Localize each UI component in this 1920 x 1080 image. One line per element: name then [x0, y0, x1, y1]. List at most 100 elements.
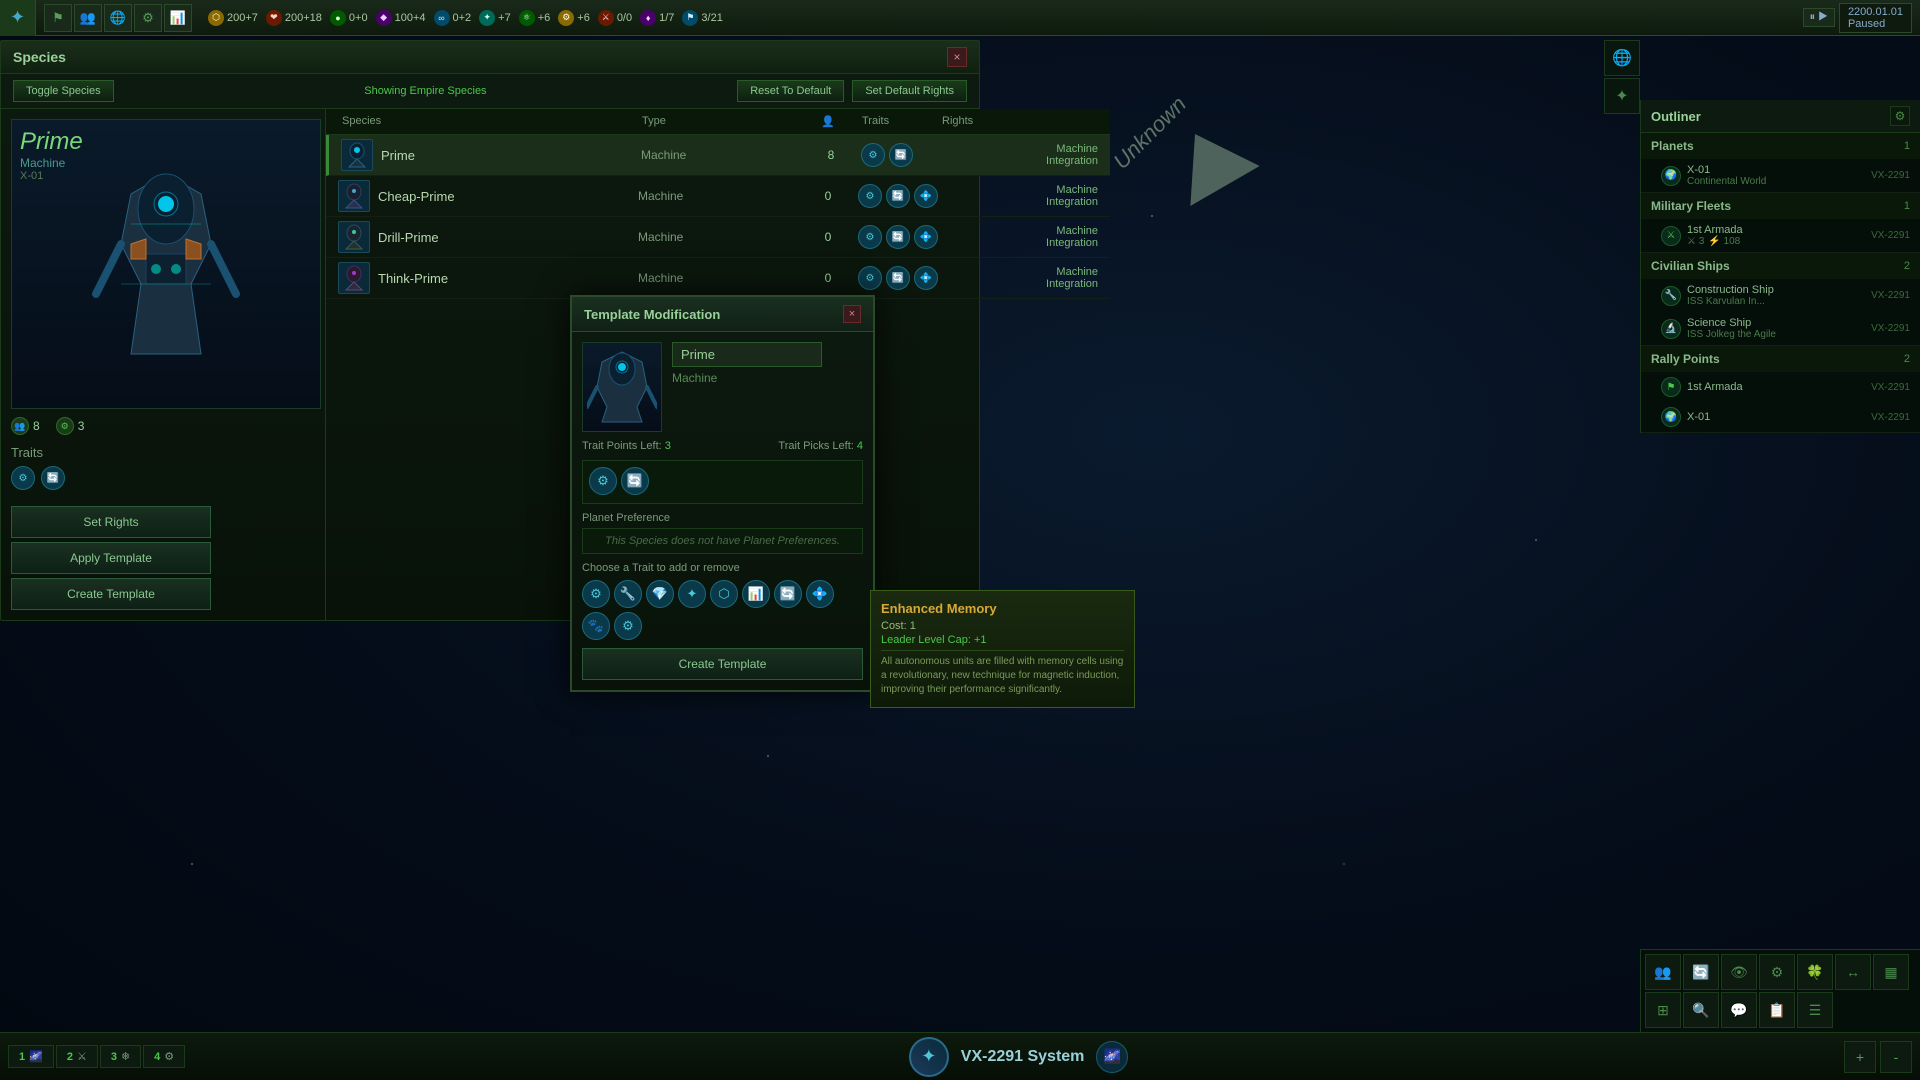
species-pop-4: 0	[798, 271, 858, 285]
available-trait-10[interactable]: ⚙	[614, 612, 642, 640]
outliner-settings-icon[interactable]: ⚙	[1890, 106, 1910, 126]
outliner-construction-item[interactable]: 🔧 Construction Ship ISS Karvulan In... V…	[1641, 279, 1920, 312]
rally-section-header[interactable]: Rally Points 2	[1641, 346, 1920, 372]
available-trait-9[interactable]: 🐾	[582, 612, 610, 640]
civilian-section-header[interactable]: Civilian Ships 2	[1641, 253, 1920, 279]
trait-3-3[interactable]: 💠	[914, 225, 938, 249]
zoom-in-btn[interactable]: +	[1844, 1041, 1876, 1073]
br-btn-8[interactable]: ⊞	[1645, 992, 1681, 1028]
consumer-value: 0+2	[453, 12, 472, 24]
bottom-tab-4[interactable]: 4 ⚙	[143, 1045, 185, 1068]
available-trait-3[interactable]: 💎	[646, 580, 674, 608]
housing-value: 3/21	[701, 12, 722, 24]
table-row[interactable]: Drill-Prime Machine 0 ⚙ 🔄 💠 MachineInteg…	[326, 217, 1110, 258]
menu-icon-2[interactable]: 👥	[74, 4, 102, 32]
available-trait-1[interactable]: ⚙	[582, 580, 610, 608]
tooltip-description: All autonomous units are filled with mem…	[881, 655, 1124, 697]
br-btn-9[interactable]: 🔍	[1683, 992, 1719, 1028]
table-row[interactable]: Cheap-Prime Machine 0 ⚙ 🔄 💠 MachineInteg…	[326, 176, 1110, 217]
reset-to-default-button[interactable]: Reset To Default	[737, 80, 844, 102]
resource-influence: ⚙ +6	[558, 10, 590, 26]
trait-1-2[interactable]: 🔄	[889, 143, 913, 167]
planets-section-header[interactable]: Planets 1	[1641, 133, 1920, 159]
br-btn-6[interactable]: ↔	[1835, 954, 1871, 990]
system-galaxy-icon[interactable]: 🌌	[1096, 1041, 1128, 1073]
unity-icon: ✦	[479, 10, 495, 26]
br-btn-3[interactable]: 👁	[1721, 954, 1757, 990]
br-btn-11[interactable]: 📋	[1759, 992, 1795, 1028]
trait-2-1[interactable]: ⚙	[858, 184, 882, 208]
pause-button[interactable]: ⏸ ▶	[1803, 8, 1835, 27]
outliner-rally-item-1[interactable]: ⚑ 1st Armada VX-2291	[1641, 372, 1920, 402]
available-trait-4[interactable]: ✦	[678, 580, 706, 608]
species-name-input[interactable]	[672, 342, 822, 367]
trait-4-1[interactable]: ⚙	[858, 266, 882, 290]
tooltip-cost: Cost: 1	[881, 620, 1124, 632]
trait-icon-2[interactable]: 🔄	[41, 466, 65, 490]
table-header: Species Type 👤 Traits Rights	[326, 109, 1110, 135]
top-bar-icons: ⚑ 👥 🌐 ⚙ 📊	[36, 4, 200, 32]
military-section-header[interactable]: Military Fleets 1	[1641, 193, 1920, 219]
species-type-4: Machine	[638, 271, 798, 285]
set-default-rights-button[interactable]: Set Default Rights	[852, 80, 967, 102]
table-row[interactable]: Prime Machine 8 ⚙ 🔄 MachineIntegration	[326, 135, 1110, 176]
rights-cell-3: MachineIntegration	[938, 225, 1098, 249]
col-type: Type	[638, 113, 798, 130]
outliner-science-item[interactable]: 🔬 Science Ship ISS Jolkeg the Agile VX-2…	[1641, 312, 1920, 345]
trait-4-3[interactable]: 💠	[914, 266, 938, 290]
active-traits-area: ⚙ 🔄	[582, 460, 863, 504]
br-btn-5[interactable]: 🍀	[1797, 954, 1833, 990]
br-btn-4[interactable]: ⚙	[1759, 954, 1795, 990]
tab-3-num: 3	[111, 1051, 117, 1063]
dialog-create-template-button[interactable]: Create Template	[582, 648, 863, 680]
dialog-close-button[interactable]: ×	[843, 305, 861, 323]
br-btn-2[interactable]: 🔄	[1683, 954, 1719, 990]
species-panel-close[interactable]: ×	[947, 47, 967, 67]
available-trait-6[interactable]: 📊	[742, 580, 770, 608]
traits-cell-4: ⚙ 🔄 💠	[858, 266, 938, 290]
outliner-rally-item-2[interactable]: 🌍 X-01 VX-2291	[1641, 402, 1920, 432]
planets-count: 1	[1904, 140, 1910, 152]
set-rights-button[interactable]: Set Rights	[11, 506, 211, 538]
trait-3-2[interactable]: 🔄	[886, 225, 910, 249]
active-trait-1[interactable]: ⚙	[589, 467, 617, 495]
available-trait-8[interactable]: 💠	[806, 580, 834, 608]
bottom-tab-1[interactable]: 1 🌌	[8, 1045, 54, 1068]
trait-4-2[interactable]: 🔄	[886, 266, 910, 290]
available-trait-7[interactable]: 🔄	[774, 580, 802, 608]
bottom-tab-2[interactable]: 2 ⚔	[56, 1045, 98, 1068]
tooltip-box: Enhanced Memory Cost: 1 Leader Level Cap…	[870, 590, 1135, 708]
apply-template-button[interactable]: Apply Template	[11, 542, 211, 574]
zoom-out-btn[interactable]: -	[1880, 1041, 1912, 1073]
trait-icon-1[interactable]: ⚙	[11, 466, 35, 490]
trait-points-display: Trait Points Left: 3	[582, 440, 671, 452]
menu-icon-5[interactable]: 📊	[164, 4, 192, 32]
br-btn-10[interactable]: 💬	[1721, 992, 1757, 1028]
map-mode-btn[interactable]: 🌐	[1604, 40, 1640, 76]
planets-title: Planets	[1651, 139, 1694, 153]
menu-icon-1[interactable]: ⚑	[44, 4, 72, 32]
br-btn-12[interactable]: ☰	[1797, 992, 1833, 1028]
system-emblem[interactable]: ✦	[909, 1037, 949, 1077]
br-btn-1[interactable]: 👥	[1645, 954, 1681, 990]
resource-food: ❤ 200+18	[266, 10, 322, 26]
toggle-species-button[interactable]: Toggle Species	[13, 80, 114, 102]
trait-2-3[interactable]: 💠	[914, 184, 938, 208]
active-trait-2[interactable]: 🔄	[621, 467, 649, 495]
menu-icon-3[interactable]: 🌐	[104, 4, 132, 32]
trait-2-2[interactable]: 🔄	[886, 184, 910, 208]
outliner-fleet-item[interactable]: ⚔ 1st Armada ⚔ 3 ⚡ 108 VX-2291	[1641, 219, 1920, 252]
br-btn-7[interactable]: ▦	[1873, 954, 1909, 990]
create-template-button[interactable]: Create Template	[11, 578, 211, 610]
trait-3-1[interactable]: ⚙	[858, 225, 882, 249]
galaxy-btn[interactable]: ✦	[1604, 78, 1640, 114]
table-row[interactable]: Think-Prime Machine 0 ⚙ 🔄 💠 MachineInteg…	[326, 258, 1110, 299]
science-ship-name: Science Ship	[1687, 317, 1865, 329]
available-trait-5[interactable]: ⬡	[710, 580, 738, 608]
outliner-planet-item[interactable]: 🌍 X-01 Continental World VX-2291	[1641, 159, 1920, 192]
available-trait-2[interactable]: 🔧	[614, 580, 642, 608]
menu-icon-4[interactable]: ⚙	[134, 4, 162, 32]
bottom-tab-3[interactable]: 3 ❄	[100, 1045, 141, 1068]
trait-1-1[interactable]: ⚙	[861, 143, 885, 167]
col-rights: Rights	[938, 113, 1098, 130]
